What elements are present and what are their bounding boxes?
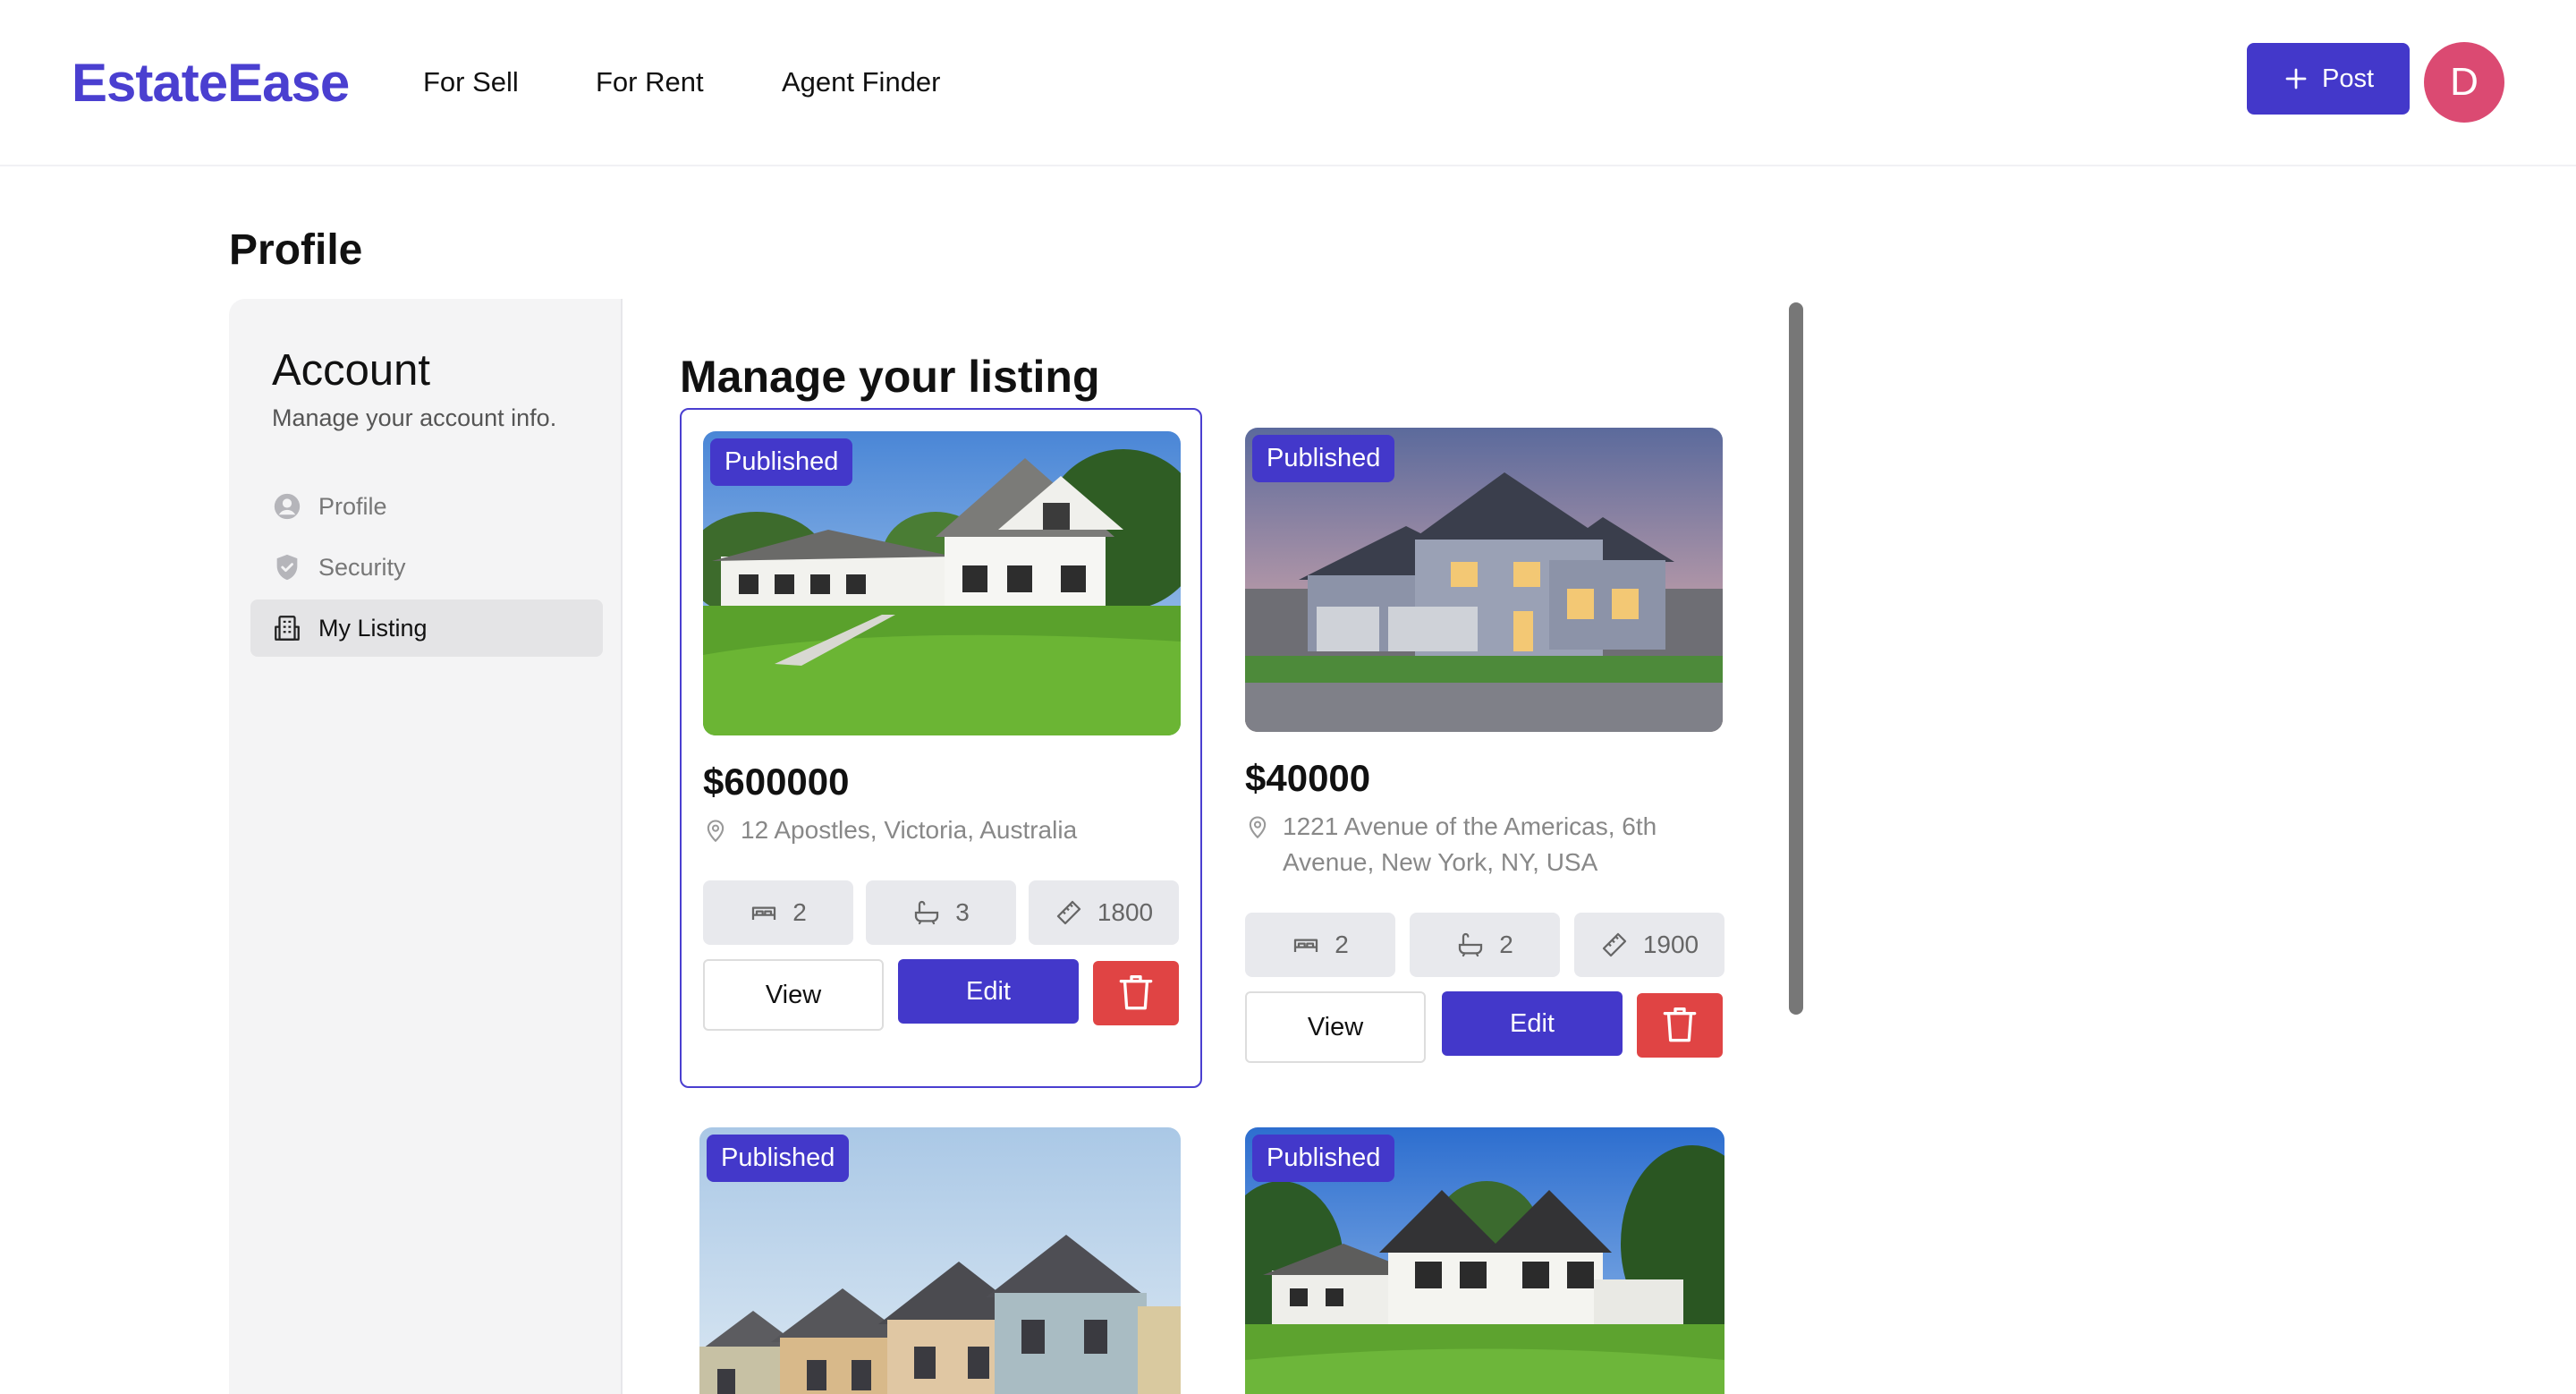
listing-address: 12 Apostles, Victoria, Australia bbox=[703, 812, 1186, 848]
listing-card[interactable]: Published bbox=[680, 1108, 1202, 1394]
shield-check-icon bbox=[276, 554, 298, 581]
address-text: 12 Apostles, Victoria, Australia bbox=[741, 816, 1078, 844]
sidebar-item-label: Profile bbox=[318, 492, 387, 520]
nav-link-for-rent[interactable]: For Rent bbox=[596, 66, 704, 98]
sidebar-item-my-listing[interactable]: My Listing bbox=[250, 599, 603, 657]
sidebar-subtitle: Manage your account info. bbox=[272, 404, 557, 431]
listing-price: $40000 bbox=[1245, 757, 1371, 799]
delete-button[interactable] bbox=[1637, 993, 1723, 1058]
user-circle-icon bbox=[274, 493, 301, 520]
listing-card[interactable]: Published bbox=[1224, 1108, 1746, 1394]
ruler-icon bbox=[1602, 932, 1626, 957]
bed-icon bbox=[1294, 939, 1318, 952]
building-icon bbox=[275, 616, 300, 641]
trash-icon bbox=[1119, 974, 1153, 1010]
area-value: 1900 bbox=[1642, 931, 1699, 958]
post-button-label: Post bbox=[2321, 64, 2375, 93]
baths-stat: 2 bbox=[1410, 913, 1560, 977]
view-button[interactable]: View bbox=[1245, 991, 1426, 1063]
status-badge: Published bbox=[707, 1135, 850, 1182]
plus-icon bbox=[2285, 68, 2307, 89]
beds-stat: 2 bbox=[1245, 913, 1395, 977]
avatar[interactable]: D bbox=[2424, 42, 2504, 123]
bathtub-icon bbox=[915, 900, 939, 925]
listing-card[interactable]: Published $40000 1221 Avenue of the Amer… bbox=[1224, 408, 1746, 1088]
nav-link-agent-finder[interactable]: Agent Finder bbox=[782, 66, 941, 98]
listing-price: $600000 bbox=[703, 761, 850, 803]
listing-photo[interactable]: Published bbox=[703, 431, 1181, 735]
trash-icon bbox=[1663, 1007, 1697, 1042]
edit-button[interactable]: Edit bbox=[1442, 991, 1623, 1056]
section-heading: Manage your listing bbox=[680, 352, 1100, 402]
listing-address: 1221 Avenue of the Americas, 6th Avenue,… bbox=[1245, 809, 1710, 880]
status-badge: Published bbox=[1252, 435, 1395, 482]
view-button[interactable]: View bbox=[703, 959, 884, 1031]
listing-content: Manage your listing Published $600000 12… bbox=[624, 299, 1805, 1394]
beds-value: 2 bbox=[1335, 931, 1349, 958]
sidebar-item-security[interactable]: Security bbox=[250, 539, 603, 596]
delete-button[interactable] bbox=[1093, 961, 1179, 1025]
status-badge: Published bbox=[1252, 1135, 1395, 1182]
address-text: 1221 Avenue of the Americas, 6th Avenue,… bbox=[1283, 812, 1657, 876]
account-sidebar: Account Manage your account info. Profil… bbox=[229, 299, 623, 1394]
area-value: 1800 bbox=[1097, 898, 1154, 926]
baths-value: 2 bbox=[1499, 931, 1513, 958]
baths-value: 3 bbox=[955, 898, 970, 926]
listing-photo[interactable]: Published bbox=[1245, 1127, 1724, 1394]
listing-photo[interactable]: Published bbox=[1245, 428, 1723, 732]
area-stat: 1900 bbox=[1574, 913, 1724, 977]
brand-logo[interactable]: EstateEase bbox=[72, 52, 350, 114]
bed-icon bbox=[752, 906, 776, 920]
top-navbar: EstateEase For Sell For Rent Agent Finde… bbox=[0, 0, 2576, 166]
scrollbar[interactable] bbox=[1789, 302, 1803, 1015]
sidebar-item-profile[interactable]: Profile bbox=[250, 478, 603, 535]
sidebar-item-label: Security bbox=[318, 553, 406, 581]
nav-link-for-sell[interactable]: For Sell bbox=[423, 66, 519, 98]
beds-stat: 2 bbox=[703, 880, 853, 945]
ruler-icon bbox=[1056, 900, 1080, 925]
page-title: Profile bbox=[229, 226, 363, 274]
post-button[interactable]: Post bbox=[2247, 43, 2410, 115]
sidebar-title: Account bbox=[272, 346, 431, 395]
listing-card[interactable]: Published $600000 12 Apostles, Victoria,… bbox=[680, 408, 1202, 1088]
status-badge: Published bbox=[710, 438, 853, 486]
area-stat: 1800 bbox=[1029, 880, 1179, 945]
beds-value: 2 bbox=[792, 898, 807, 926]
listing-photo[interactable]: Published bbox=[699, 1127, 1181, 1394]
map-pin-icon bbox=[1249, 816, 1267, 839]
edit-button[interactable]: Edit bbox=[898, 959, 1079, 1024]
sidebar-item-label: My Listing bbox=[318, 614, 428, 642]
baths-stat: 3 bbox=[866, 880, 1016, 945]
map-pin-icon bbox=[707, 820, 724, 843]
bathtub-icon bbox=[1459, 932, 1483, 957]
